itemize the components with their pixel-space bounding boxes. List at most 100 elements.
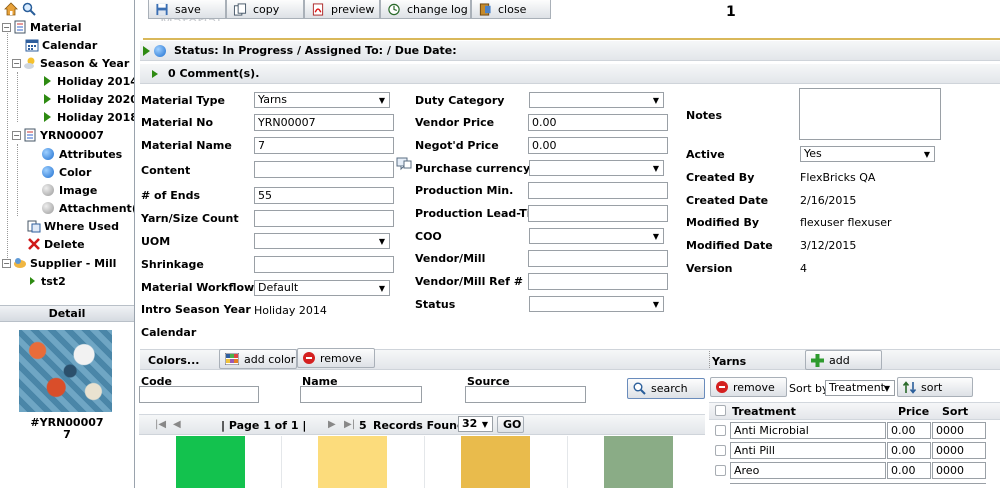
material-no-input[interactable]: YRN00007 — [254, 114, 394, 131]
color-swatch[interactable] — [318, 436, 387, 488]
expand-comments-icon[interactable] — [152, 69, 158, 78]
duty-category-select[interactable] — [529, 92, 664, 108]
add-yarn-button[interactable]: add — [805, 350, 882, 370]
tree-item-season-year[interactable]: − Season & Year — [12, 54, 129, 72]
close-button[interactable]: close — [471, 0, 551, 19]
sort-button[interactable]: sort — [897, 377, 973, 397]
content-input[interactable] — [254, 161, 394, 178]
treatment-cell[interactable]: Anti Pill — [730, 442, 886, 459]
next-page-icon[interactable]: ▶ — [328, 419, 336, 430]
page-size-select[interactable]: 32 — [458, 416, 493, 432]
row-checkbox[interactable] — [715, 425, 726, 436]
tree-item-attachment[interactable]: Attachment(0) — [42, 199, 134, 217]
tree-item-tst2[interactable]: tst2 — [28, 272, 66, 290]
material-thumbnail[interactable] — [19, 330, 112, 412]
yarn-size-count-input[interactable] — [254, 210, 394, 227]
column-treatment[interactable]: Treatment — [732, 405, 796, 418]
add-color-button[interactable]: add color — [219, 349, 297, 369]
collapse-icon[interactable]: − — [12, 130, 21, 140]
comments-bar[interactable]: 0 Comment(s). — [140, 64, 1000, 84]
production-lead-time-input[interactable] — [528, 205, 668, 222]
material-type-select[interactable]: Yarns — [254, 92, 390, 108]
tree-item-material[interactable]: − Material — [2, 18, 81, 36]
notes-textarea[interactable] — [799, 88, 941, 140]
status-select[interactable] — [529, 296, 664, 312]
num-ends-input[interactable]: 55 — [254, 187, 394, 204]
column-price[interactable]: Price — [898, 405, 929, 418]
row-checkbox[interactable] — [715, 465, 726, 476]
tree-item-holiday-2020[interactable]: Holiday 2020 — [42, 90, 134, 108]
tree-item-yrn00007[interactable]: − YRN00007 — [12, 126, 104, 144]
negotd-price-input[interactable]: 0.00 — [528, 137, 668, 154]
purchase-currency-select[interactable] — [529, 160, 664, 176]
sort-cell[interactable]: 0000 — [932, 422, 986, 439]
sort-cell[interactable]: 0000 — [932, 442, 986, 459]
color-swatch[interactable] — [176, 436, 245, 488]
toolbar: save copy preview change log close 1 — [143, 0, 1000, 20]
price-cell[interactable]: 0.00 — [887, 462, 931, 479]
change-log-button[interactable]: change log — [380, 0, 471, 19]
treatment-cell[interactable]: Anti Microbial — [730, 422, 886, 439]
shrinkage-input[interactable] — [254, 256, 394, 273]
price-cell[interactable]: 0.00 — [887, 442, 931, 459]
uom-select[interactable] — [254, 233, 390, 249]
coo-select[interactable] — [529, 228, 664, 244]
column-sort[interactable]: Sort — [942, 405, 968, 418]
tree-item-calendar[interactable]: Calendar — [25, 36, 97, 54]
code-input[interactable] — [139, 386, 259, 403]
collapse-icon[interactable]: − — [2, 22, 11, 32]
tree-item-attributes[interactable]: Attributes — [42, 145, 122, 163]
search-label: search — [651, 382, 688, 395]
save-button[interactable]: save — [148, 0, 226, 19]
production-min-input[interactable] — [528, 182, 668, 199]
source-input[interactable] — [465, 386, 586, 403]
tree-item-color[interactable]: Color — [42, 163, 91, 181]
name-input[interactable] — [300, 386, 422, 403]
content-lookup-icon[interactable] — [396, 157, 412, 171]
tree-label: YRN00007 — [40, 128, 104, 142]
thumbnail-version: 7 — [63, 428, 71, 441]
vendor-mill-ref-input[interactable] — [528, 273, 668, 290]
vendor-price-input[interactable]: 0.00 — [528, 114, 668, 131]
remove-yarn-button[interactable]: remove — [710, 377, 787, 397]
material-workflow-select[interactable]: Default — [254, 280, 390, 296]
search-button[interactable]: search — [627, 378, 705, 399]
tree-item-where-used[interactable]: Where Used — [27, 217, 119, 235]
sort-by-select[interactable]: Treatment — [825, 380, 895, 396]
plus-icon — [811, 353, 824, 367]
records-found-label: Records Found — [373, 419, 465, 432]
select-all-checkbox[interactable] — [715, 405, 726, 416]
color-swatch[interactable] — [604, 436, 673, 488]
remove-color-button[interactable]: remove — [297, 348, 375, 368]
tree-label: Season & Year — [40, 56, 130, 70]
material-workflow-value: Default — [258, 281, 299, 294]
last-page-icon[interactable]: ▶| — [344, 419, 355, 430]
prev-page-icon[interactable]: ◀ — [173, 419, 181, 430]
first-page-icon[interactable]: |◀ — [155, 419, 166, 430]
collapse-icon[interactable]: − — [12, 58, 21, 68]
delete-x-icon — [28, 238, 40, 250]
tree-item-delete[interactable]: Delete — [27, 235, 85, 253]
vendor-mill-input[interactable] — [528, 250, 668, 267]
color-swatch[interactable] — [461, 436, 530, 488]
treatment-cell[interactable]: Areo — [730, 462, 886, 479]
close-door-icon — [479, 2, 491, 16]
go-button[interactable]: GO — [497, 416, 524, 433]
expand-icon[interactable] — [143, 45, 150, 56]
row-checkbox[interactable] — [715, 445, 726, 456]
search-icon[interactable] — [22, 2, 36, 16]
active-select[interactable]: Yes — [800, 146, 935, 162]
home-icon[interactable] — [4, 2, 18, 16]
preview-button[interactable]: preview — [304, 0, 380, 19]
price-cell[interactable]: 0.00 — [887, 422, 931, 439]
where-used-icon — [27, 220, 41, 233]
sort-cell[interactable]: 0000 — [932, 462, 986, 479]
status-bar: Status: In Progress / Assigned To: / Due… — [140, 41, 1000, 61]
tree-item-holiday-2018[interactable]: Holiday 2018 — [42, 108, 134, 126]
copy-button[interactable]: copy — [226, 0, 304, 19]
tree-item-holiday-2014[interactable]: Holiday 2014 — [42, 72, 134, 90]
tree-item-supplier-mill[interactable]: − Supplier - Mill — [2, 254, 116, 272]
material-name-input[interactable]: 7 — [254, 137, 394, 154]
collapse-icon[interactable]: − — [2, 258, 11, 268]
tree-item-image[interactable]: Image — [42, 181, 97, 199]
